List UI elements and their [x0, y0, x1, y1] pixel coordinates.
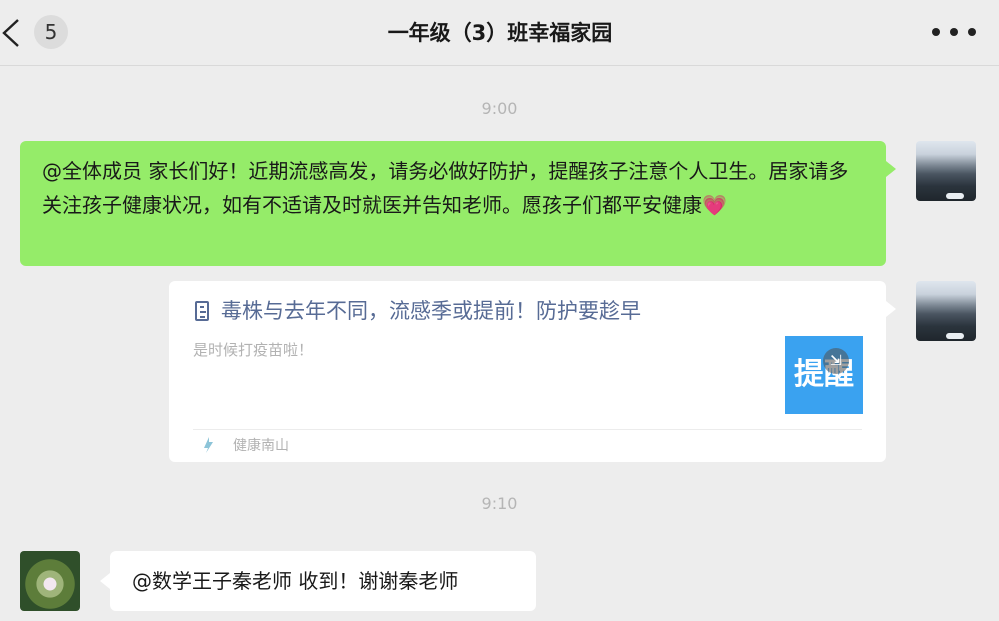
received-message-bubble[interactable]: @数学王子秦老师 收到！谢谢秦老师 [100, 551, 536, 611]
message-text: @数学王子秦老师 收到！谢谢秦老师 [132, 569, 459, 593]
sender-avatar[interactable] [20, 551, 80, 611]
source-logo-icon [204, 437, 213, 453]
article-description: 是时候打疫苗啦！ [193, 341, 314, 359]
share-icon: ⇲ [823, 348, 849, 374]
sent-message-bubble[interactable]: @全体成员 家长们好！近期流感高发，请务必做好防护，提醒孩子注意个人卫生。居家请… [20, 141, 896, 266]
my-avatar[interactable] [916, 141, 976, 201]
unread-count-badge[interactable]: 5 [34, 15, 68, 49]
card-divider [193, 429, 862, 430]
chat-header: 5 一年级（3）班幸福家园 [0, 0, 999, 66]
chevron-left-icon[interactable] [0, 16, 24, 50]
article-title: 毒株与去年不同，流感季或提前！防护要趁早 [221, 299, 641, 323]
document-icon [195, 301, 209, 321]
article-source: 健康南山 [233, 438, 289, 454]
article-thumbnail: 提醒 ⇲ [785, 336, 863, 414]
more-dots-icon[interactable] [928, 24, 978, 40]
shared-article-card[interactable]: 毒株与去年不同，流感季或提前！防护要趁早 是时候打疫苗啦！ 提醒 ⇲ 健康南山 [169, 281, 896, 462]
message-text: @全体成员 家长们好！近期流感高发，请务必做好防护，提醒孩子注意个人卫生。居家请… [42, 159, 849, 217]
chat-title: 一年级（3）班幸福家园 [387, 21, 613, 45]
heart-icon: 💗 [702, 193, 727, 217]
message-timestamp: 9:00 [481, 99, 518, 118]
my-avatar[interactable] [916, 281, 976, 341]
message-timestamp: 9:10 [481, 494, 518, 513]
